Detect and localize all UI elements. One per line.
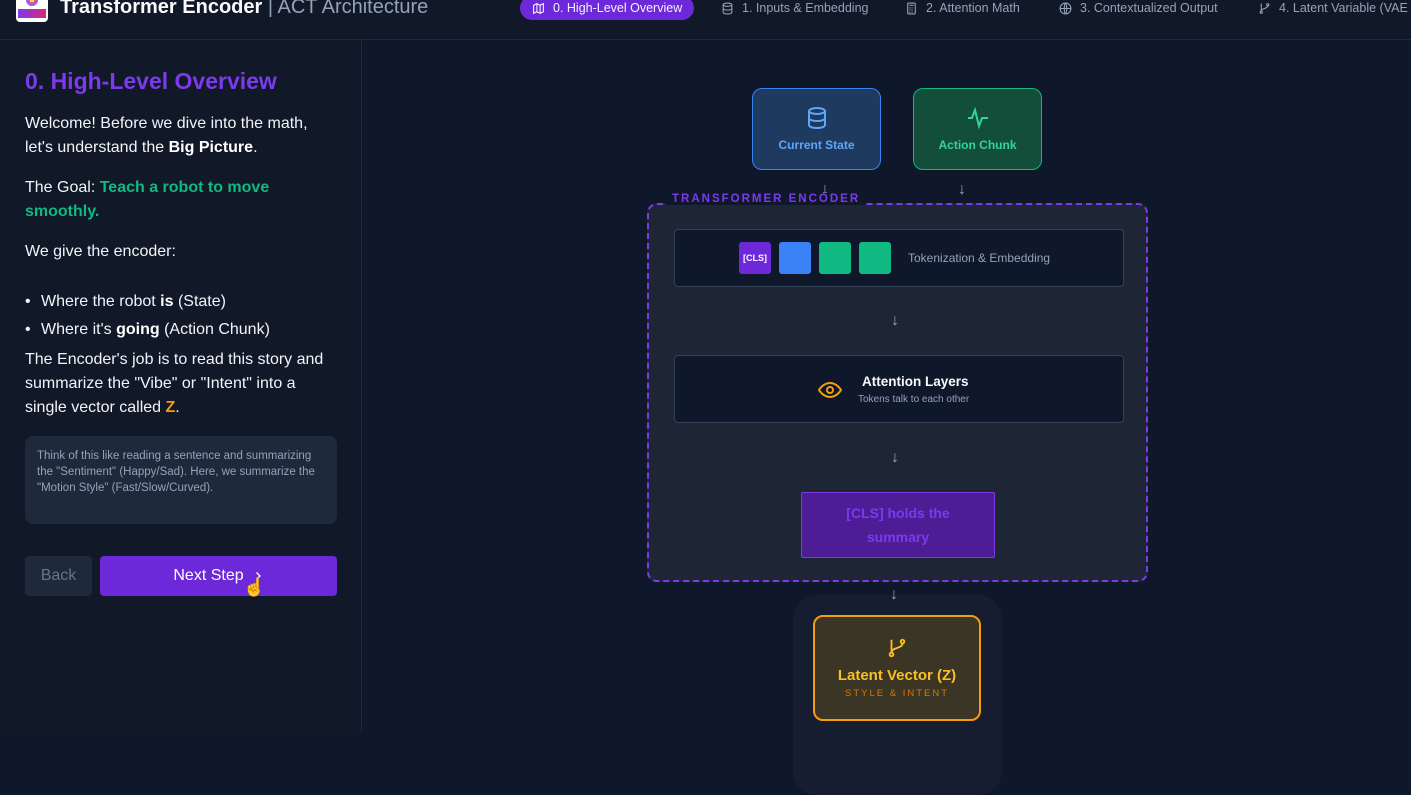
eye-icon: [818, 381, 842, 399]
tokenization-label: Tokenization & Embedding: [908, 251, 1051, 265]
map-icon: [533, 2, 544, 14]
give-paragraph: We give the encoder:: [25, 243, 176, 260]
action-chunk-node[interactable]: Action Chunk: [913, 88, 1042, 170]
calculator-icon: [907, 2, 916, 14]
app-title-main: Transformer Encoder: [60, 0, 263, 18]
list-item: Where it's going (Action Chunk): [25, 316, 335, 344]
state-token: [779, 242, 811, 274]
app-logo: [16, 0, 48, 22]
git-branch-icon: [888, 638, 906, 658]
big-picture-text: Big Picture: [168, 139, 254, 156]
arrow-down-icon: ↓: [891, 449, 899, 466]
z-text: Z: [165, 399, 176, 416]
database-icon: [807, 107, 826, 130]
git-branch-icon: [1259, 2, 1270, 14]
next-step-button[interactable]: Next Step: [100, 556, 337, 596]
latent-title: Latent Vector (Z): [837, 667, 957, 684]
welcome-paragraph: Welcome! Before we dive into the math, l…: [25, 115, 308, 156]
back-button[interactable]: Back: [25, 556, 92, 596]
action-token: [819, 242, 851, 274]
activity-icon: [967, 106, 988, 130]
cls-token: [CLS]: [739, 242, 771, 274]
encoder-label: TRANSFORMER ENCODER: [666, 193, 867, 205]
tokenization-panel: [CLS] Tokenization & Embedding: [674, 229, 1124, 287]
transformer-encoder-block: [CLS] Tokenization & Embedding ↓ Attenti…: [647, 203, 1148, 582]
attention-layers-panel: Attention Layers Tokens talk to each oth…: [674, 355, 1124, 423]
app-title: Transformer Encoder | ACT Architecture: [60, 0, 428, 19]
latent-subtitle: STYLE & INTENT: [844, 688, 949, 699]
tab-inputs-embedding[interactable]: 1. Inputs & Embedding: [709, 0, 880, 20]
hand-cursor-icon: ☝: [243, 577, 266, 597]
database-icon: [722, 2, 733, 14]
tab-attention-math[interactable]: 2. Attention Math: [893, 0, 1032, 20]
app-title-sub: | ACT Architecture: [267, 0, 429, 18]
action-token: [859, 242, 891, 274]
analogy-note: Think of this like reading a sentence an…: [25, 436, 337, 524]
arrow-down-icon: ↓: [958, 181, 966, 198]
cls-summary-box: [CLS] holds the summary: [801, 492, 995, 558]
tab-high-level-overview[interactable]: 0. High-Level Overview: [520, 0, 695, 20]
goal-paragraph: The Goal: Teach a robot to move smoothly…: [25, 179, 270, 220]
attention-subtitle: Tokens talk to each other: [858, 394, 970, 405]
input-list: Where the robot is (State) Where it's go…: [25, 288, 335, 344]
latent-vector-node[interactable]: Latent Vector (Z) STYLE & INTENT: [813, 615, 981, 721]
list-item: Where the robot is (State): [25, 288, 335, 316]
tab-contextualized-output[interactable]: 3. Contextualized Output: [1047, 0, 1230, 20]
arrow-down-icon: ↓: [891, 312, 899, 329]
top-bar: Transformer Encoder | ACT Architecture 0…: [0, 0, 1411, 40]
globe-icon: [1059, 2, 1072, 14]
sidebar: 0. High-Level Overview Welcome! Before w…: [0, 40, 362, 732]
attention-title: Attention Layers: [862, 374, 969, 389]
current-state-node[interactable]: Current State: [752, 88, 881, 170]
job-paragraph: The Encoder's job is to read this story …: [25, 351, 324, 416]
diagram-canvas: Current State Action Chunk ↓ ↓ [CLS] Tok…: [362, 40, 1411, 795]
tab-latent-variable[interactable]: 4. Latent Variable (VAE: [1246, 0, 1411, 20]
step-title: 0. High-Level Overview: [25, 68, 277, 94]
